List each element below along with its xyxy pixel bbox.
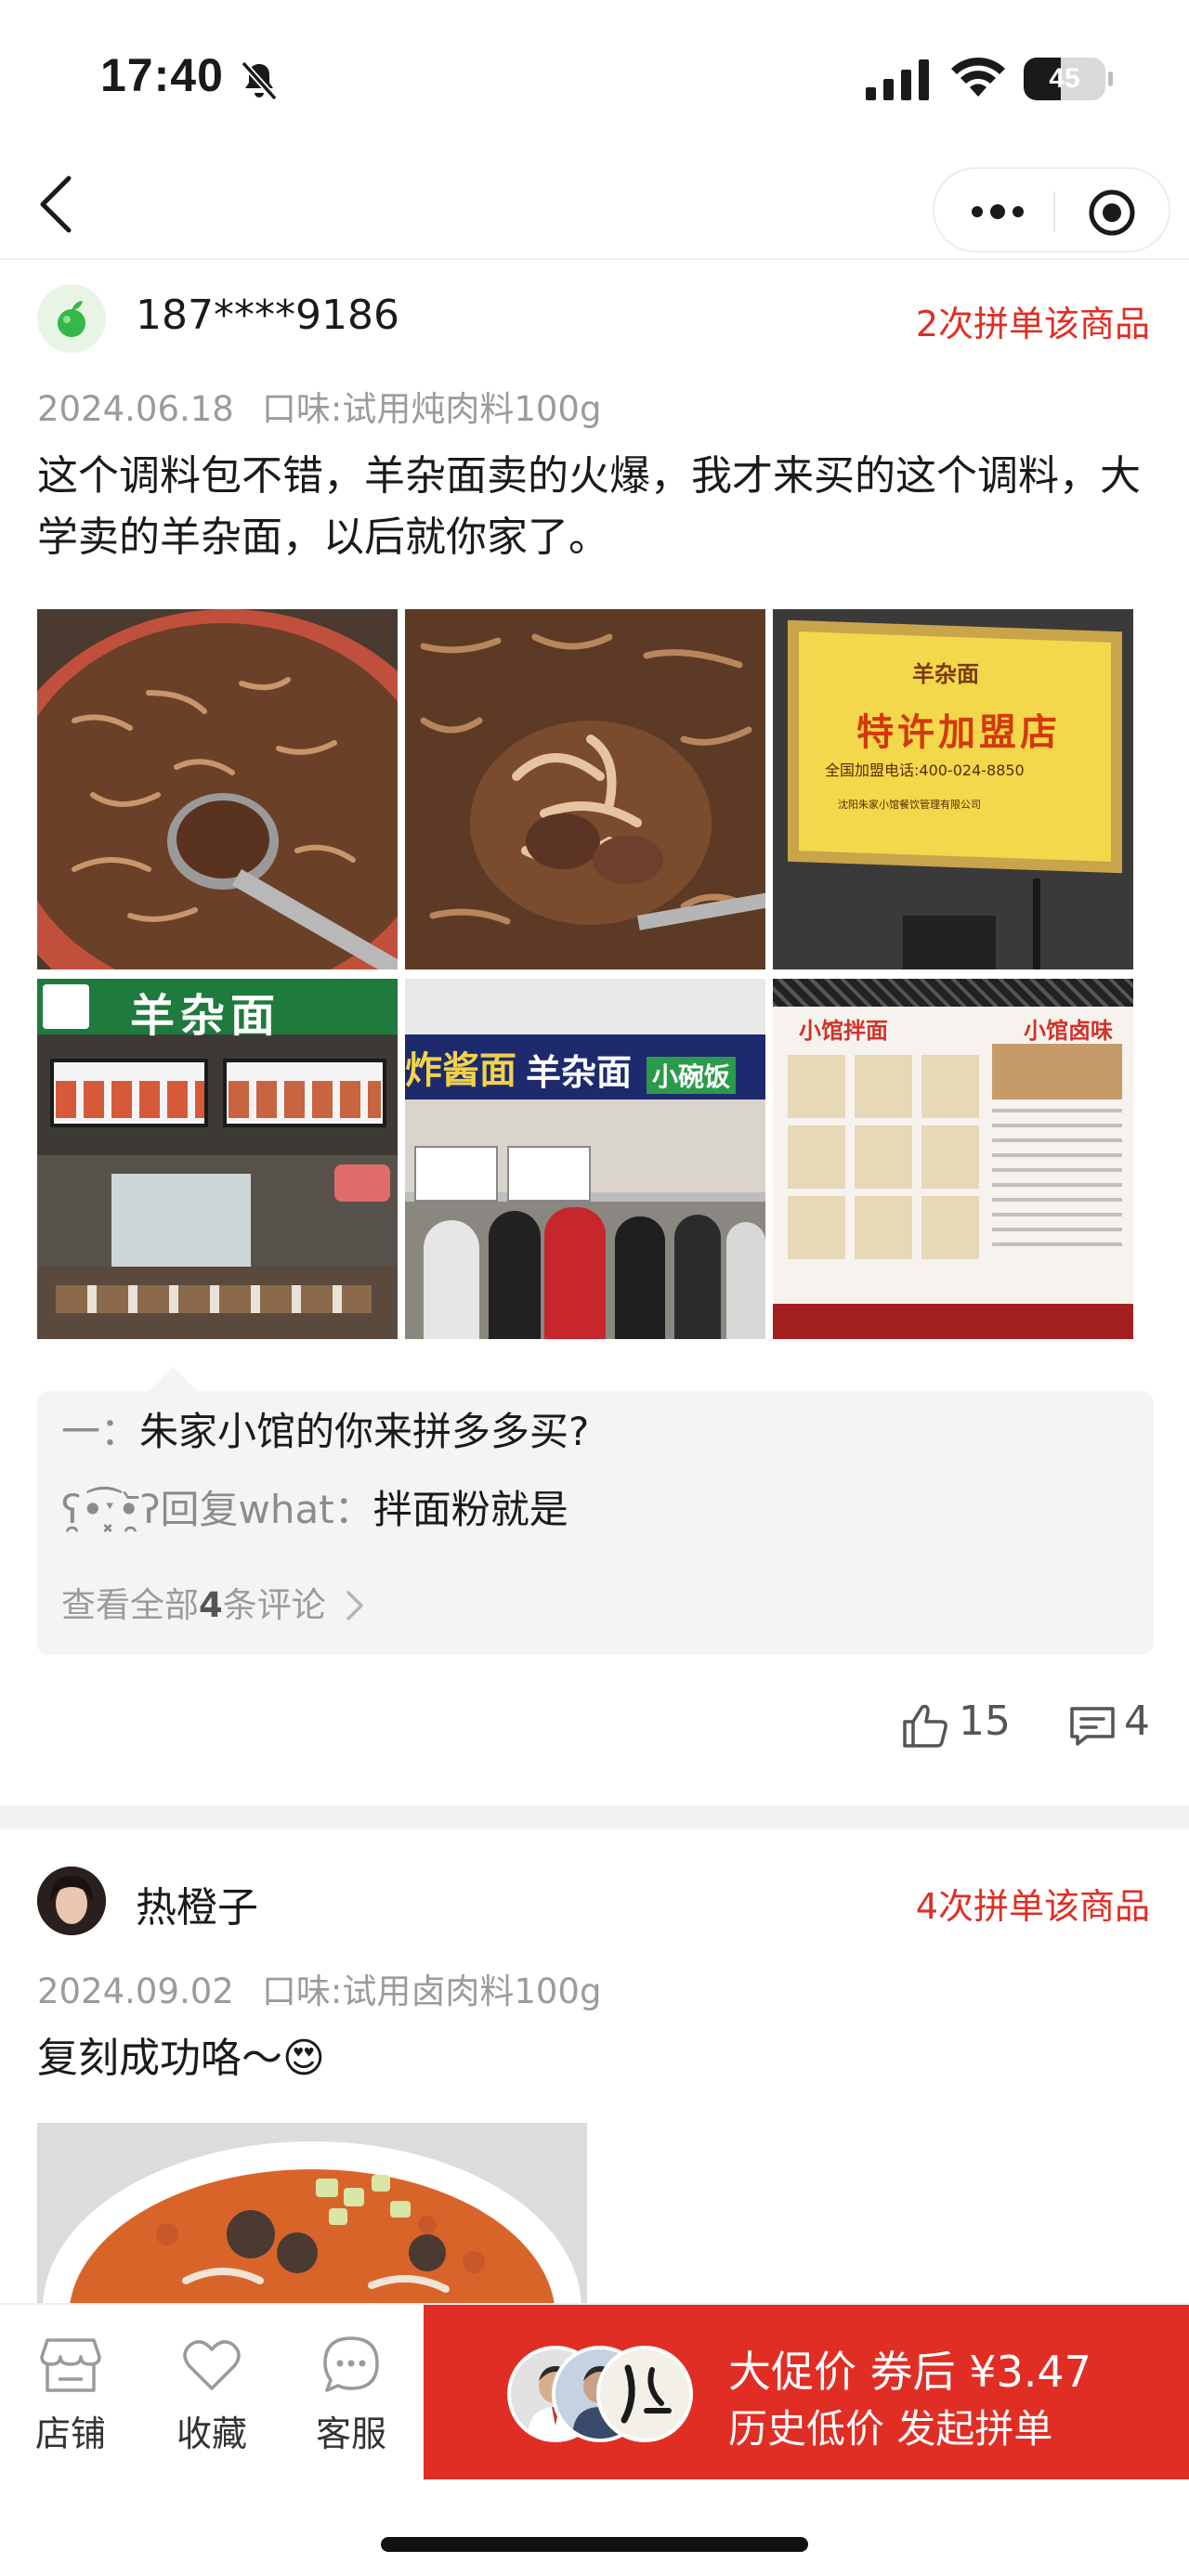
start-group-buy-button[interactable]: 大促价 券后 ¥3.47 历史低价 发起拼单 <box>424 2305 1189 2479</box>
comment-item: 一：朱家小馆的你来拼多多买? <box>61 1406 589 1458</box>
shop-button[interactable]: 店铺 <box>15 2333 126 2456</box>
avatar[interactable] <box>37 1867 106 1935</box>
start-group-buy-label: 历史低价 发起拼单 <box>728 2406 1053 2452</box>
target-icon[interactable] <box>1087 188 1137 238</box>
menu-board-right: 小馆卤味 <box>1024 1018 1113 1044</box>
signal-icon <box>866 59 929 100</box>
comment-item: ʕ̯•͡ˑ͓•̯᷅ʔ回复what：拌面粉就是 <box>61 1484 568 1536</box>
nav-divider <box>0 258 1189 260</box>
comment-button[interactable]: 4 <box>1068 1690 1161 1764</box>
back-icon[interactable] <box>28 167 84 241</box>
promo-price: 大促价 券后 ¥3.47 <box>728 2347 1091 2397</box>
review-text: 复刻成功咯～😍 <box>37 2035 325 2082</box>
comment-author: ʕ̯•͡ˑ͓•̯᷅ʔ回复what： <box>61 1487 373 1532</box>
user-avatar-photo <box>37 1867 106 1935</box>
status-time: 17:40 <box>100 49 224 101</box>
review-meta: 2024.06.18 口味:试用炖肉料100g <box>37 381 601 431</box>
review-photo-certificate[interactable]: 羊杂面 特许加盟店 全国加盟电话:400-024-8850 沈阳朱家小馆餐饮管理… <box>773 609 1133 969</box>
certificate-title: 特许加盟店 <box>856 710 1061 754</box>
battery-icon: 45 <box>1024 58 1113 100</box>
review-photo-food-court[interactable]: 炸酱面 羊杂面 小碗饭 <box>405 979 765 1339</box>
more-icon[interactable] <box>968 193 1027 230</box>
comment-text: 朱家小馆的你来拼多多买? <box>139 1409 590 1454</box>
review-flavor: 口味:试用卤肉料100g <box>261 1971 602 2011</box>
certificate-company: 沈阳朱家小馆餐饮管理有限公司 <box>838 799 981 811</box>
group-avatars <box>507 2346 693 2442</box>
store-icon <box>40 2338 101 2392</box>
review-text: 这个调料包不错，羊杂面卖的火爆，我才来买的这个调料，大学卖的羊杂面，以后就你家了… <box>37 452 1141 561</box>
review-flavor: 口味:试用炖肉料100g <box>261 389 602 429</box>
review-date: 2024.09.02 <box>37 1971 234 2011</box>
wifi-icon <box>951 57 1005 97</box>
reviewer-name: 热橙子 <box>136 1884 258 1932</box>
home-indicator <box>381 2537 808 2552</box>
bell-slash-icon <box>241 60 278 101</box>
purchase-count-badge: 2次拼单该商品 <box>915 304 1150 345</box>
mini-program-capsule <box>933 167 1170 253</box>
purchase-count-badge: 4次拼单该商品 <box>915 1886 1150 1927</box>
avatar[interactable] <box>37 284 106 353</box>
like-count: 15 <box>959 1698 1011 1745</box>
stall-sign: 炸酱面 <box>405 1049 516 1092</box>
shop-sign: 羊杂面 <box>130 990 281 1042</box>
shop-label: 店铺 <box>34 2413 106 2454</box>
comments-pointer <box>149 1367 197 1391</box>
favorite-button[interactable]: 收藏 <box>156 2333 268 2456</box>
comment-icon <box>1070 1707 1115 1746</box>
like-button[interactable]: 15 <box>901 1690 1013 1764</box>
certificate-phone: 全国加盟电话:400-024-8850 <box>825 761 1025 779</box>
chevron-right-icon <box>346 1591 363 1620</box>
service-label: 客服 <box>315 2413 386 2454</box>
stall-sign: 小碗饭 <box>647 1057 737 1094</box>
review-photo-menu-board[interactable]: 小馆拌面 小馆卤味 <box>773 979 1133 1339</box>
review-photo[interactable] <box>37 2123 587 2303</box>
review-meta: 2024.09.02 口味:试用卤肉料100g <box>37 1963 601 2013</box>
apple-avatar-icon <box>58 301 85 337</box>
review-photo[interactable] <box>37 609 398 969</box>
section-divider <box>0 1805 1189 1829</box>
favorite-label: 收藏 <box>176 2413 247 2454</box>
status-bar: 17:40 45 <box>0 0 1189 158</box>
reviewer-name: 187****9186 <box>136 292 399 339</box>
bottom-action-bar: 店铺 收藏 客服 大促价 券后 ¥3.47 历史低价 发起拼单 <box>0 2303 1189 2489</box>
review-photo-storefront[interactable]: 羊杂面 <box>37 979 398 1339</box>
avatar <box>596 2346 693 2442</box>
view-all-comments-link[interactable]: 查看全部4条评论 <box>61 1577 367 1627</box>
customer-service-button[interactable]: 客服 <box>295 2333 407 2456</box>
thumbs-up-icon <box>903 1704 947 1748</box>
comment-text: 拌面粉就是 <box>372 1487 568 1532</box>
battery-percent: 45 <box>1049 63 1080 94</box>
comment-author: 一： <box>61 1409 140 1454</box>
menu-board-left: 小馆拌面 <box>799 1018 888 1044</box>
comments-preview[interactable]: 一：朱家小馆的你来拼多多买? ʕ̯•͡ˑ͓•̯᷅ʔ回复what：拌面粉就是 查看… <box>37 1391 1154 1655</box>
review-date: 2024.06.18 <box>37 389 234 429</box>
chat-icon <box>323 2336 379 2392</box>
heart-icon <box>183 2340 241 2390</box>
review-photo[interactable] <box>405 609 765 969</box>
stall-sign: 羊杂面 <box>526 1052 633 1093</box>
comment-count: 4 <box>1124 1698 1150 1745</box>
certificate-brand: 羊杂面 <box>912 660 979 687</box>
